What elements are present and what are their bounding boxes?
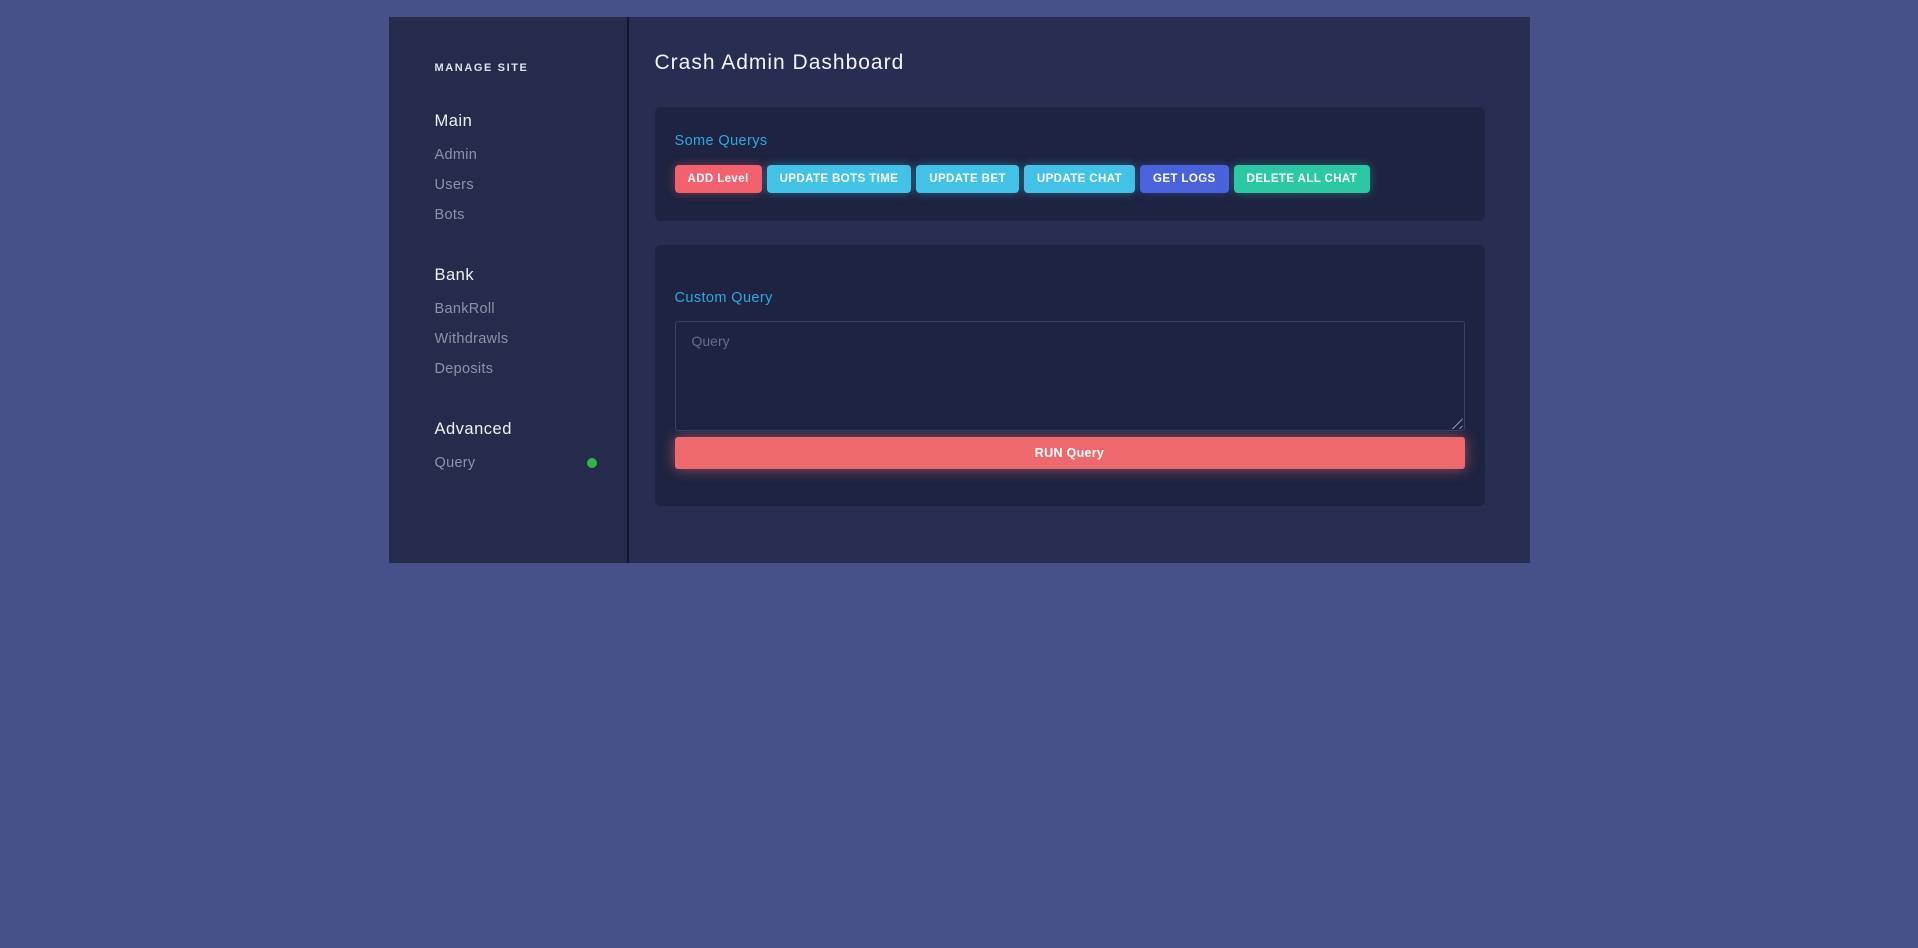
- sidebar-section-heading: Advanced: [435, 420, 597, 439]
- main-content: Crash Admin Dashboard Some Querys ADD Le…: [629, 17, 1530, 563]
- sidebar-item-deposits[interactable]: Deposits: [435, 354, 597, 384]
- run-query-button[interactable]: RUN Query: [675, 437, 1465, 469]
- sidebar-section-bank: Bank BankRollWithdrawlsDeposits: [435, 266, 597, 384]
- query-button-add-level[interactable]: ADD Level: [675, 165, 762, 193]
- sidebar-item-bots[interactable]: Bots: [435, 200, 597, 230]
- sidebar-item-admin[interactable]: Admin: [435, 140, 597, 170]
- sidebar-item-label: BankRoll: [435, 294, 495, 324]
- sidebar-nav: Main AdminUsersBots Bank BankRollWithdrawls…: [435, 112, 597, 478]
- sidebar-item-label: Bots: [435, 200, 465, 230]
- sidebar-item-bankroll[interactable]: BankRoll: [435, 294, 597, 324]
- sidebar-section-heading: Bank: [435, 266, 597, 285]
- some-queries-heading: Some Querys: [675, 133, 1465, 149]
- active-status-dot-icon: [587, 458, 597, 468]
- query-button-get-logs[interactable]: GET LOGS: [1140, 165, 1229, 193]
- app-window: MANAGE SITE Main AdminUsersBots Bank BankRo…: [389, 17, 1530, 563]
- sidebar-item-users[interactable]: Users: [435, 170, 597, 200]
- sidebar-section-main: Main AdminUsersBots: [435, 112, 597, 230]
- sidebar-item-withdrawls[interactable]: Withdrawls: [435, 324, 597, 354]
- custom-query-panel: Custom Query RUN Query: [655, 245, 1485, 506]
- sidebar: MANAGE SITE Main AdminUsersBots Bank BankRo…: [389, 17, 629, 563]
- custom-query-heading: Custom Query: [675, 290, 1465, 306]
- sidebar-item-label: Users: [435, 170, 474, 200]
- sidebar-section-advanced: Advanced Query: [435, 420, 597, 478]
- sidebar-item-label: Deposits: [435, 354, 494, 384]
- sidebar-item-label: Admin: [435, 140, 478, 170]
- page-title: Crash Admin Dashboard: [655, 49, 1485, 77]
- query-button-delete-all-chat[interactable]: DELETE ALL CHAT: [1234, 165, 1371, 193]
- query-textarea[interactable]: [675, 321, 1465, 431]
- query-button-update-bots-time[interactable]: UPDATE BOTS TIME: [767, 165, 912, 193]
- sidebar-item-query[interactable]: Query: [435, 448, 597, 478]
- some-queries-panel: Some Querys ADD LevelUPDATE BOTS TIMEUPD…: [655, 107, 1485, 221]
- sidebar-brand: MANAGE SITE: [435, 62, 597, 74]
- query-button-update-chat[interactable]: UPDATE CHAT: [1024, 165, 1135, 193]
- sidebar-item-label: Query: [435, 448, 476, 478]
- query-button-update-bet[interactable]: UPDATE BET: [916, 165, 1019, 193]
- sidebar-item-label: Withdrawls: [435, 324, 509, 354]
- sidebar-section-heading: Main: [435, 112, 597, 131]
- query-textarea-wrap: [675, 321, 1465, 431]
- query-buttons-row: ADD LevelUPDATE BOTS TIMEUPDATE BETUPDAT…: [675, 165, 1465, 193]
